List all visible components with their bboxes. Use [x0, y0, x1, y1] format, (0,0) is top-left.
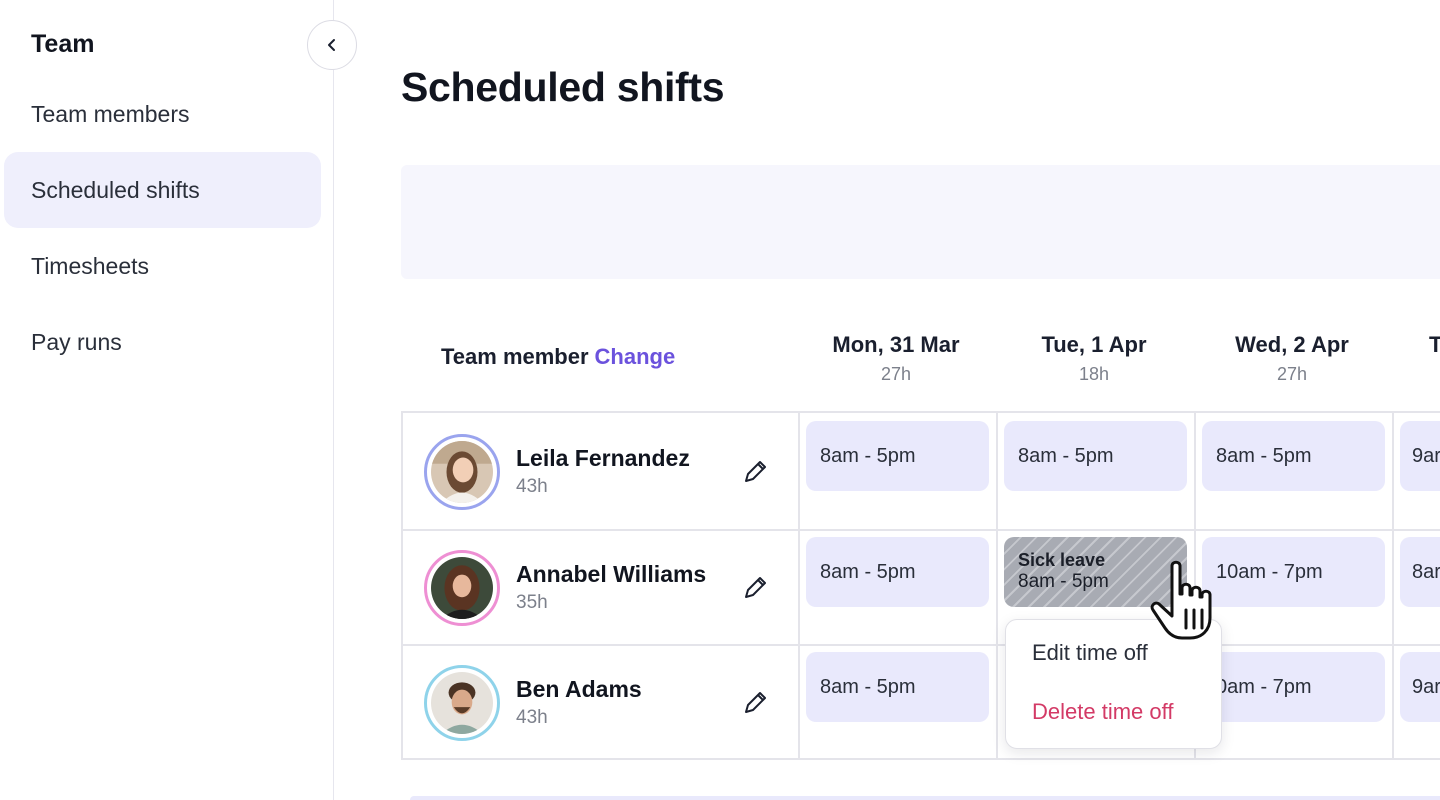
- sidebar-item-team-members[interactable]: Team members: [4, 76, 321, 152]
- avatar-photo: [431, 557, 493, 619]
- shift-cell[interactable]: 10am - 7pm: [1202, 537, 1385, 607]
- shift-cell[interactable]: 8am - 5pm: [806, 537, 989, 607]
- shift-cell[interactable]: 9ar: [1400, 421, 1440, 491]
- team-member-header-label: Team member: [441, 344, 589, 369]
- collapse-sidebar-button[interactable]: [307, 20, 357, 70]
- shift-cell[interactable]: 8am - 5pm: [806, 652, 989, 722]
- day-hours: 27h: [1276, 364, 1308, 384]
- time-off-time: 8am - 5pm: [1018, 571, 1109, 593]
- day-label: Mon, 31 Mar: [832, 332, 960, 357]
- change-link[interactable]: Change: [595, 344, 676, 369]
- delete-time-off-menu-item[interactable]: Delete time off: [1032, 699, 1173, 725]
- summary-banner: [401, 165, 1440, 279]
- team-member-header: Team member Change: [441, 344, 675, 370]
- page-title: Scheduled shifts: [401, 64, 725, 110]
- table-row-member: Ben Adams 43h: [403, 644, 798, 759]
- avatar-photo: [431, 441, 493, 503]
- day-header-mon: Mon, 31 Mar 27h: [797, 332, 995, 385]
- day-hours: 27h: [880, 364, 912, 384]
- table-row-member: Leila Fernandez 43h: [403, 413, 798, 528]
- table-row-member: Annabel Williams 35h: [403, 529, 798, 644]
- avatar[interactable]: [424, 550, 500, 626]
- schedule-table: Leila Fernandez 43h Annabel Williams 35h: [401, 411, 1440, 760]
- member-hours: 35h: [516, 592, 548, 613]
- day-label: T: [1429, 332, 1440, 357]
- schedule-header: Team member Change Mon, 31 Mar 27h Tue, 1…: [401, 318, 1440, 411]
- avatar[interactable]: [424, 665, 500, 741]
- column-divider: [798, 413, 800, 758]
- day-header-wed: Wed, 2 Apr 27h: [1193, 332, 1391, 385]
- sidebar-title: Team: [31, 30, 95, 58]
- day-hours: 18h: [1078, 364, 1110, 384]
- pencil-icon[interactable]: [740, 573, 770, 603]
- member-name[interactable]: Annabel Williams: [516, 561, 706, 588]
- member-name[interactable]: Ben Adams: [516, 676, 642, 703]
- shift-cell[interactable]: 8am - 5pm: [806, 421, 989, 491]
- member-hours: 43h: [516, 476, 548, 497]
- day-header-tue: Tue, 1 Apr 18h: [995, 332, 1193, 385]
- day-header-thu: T: [1429, 332, 1440, 358]
- day-label: Wed, 2 Apr: [1235, 332, 1349, 357]
- day-label: Tue, 1 Apr: [1041, 332, 1147, 357]
- shift-cell[interactable]: 8am - 5pm: [1202, 421, 1385, 491]
- shift-cell[interactable]: 8am - 5pm: [1004, 421, 1187, 491]
- sidebar-item-scheduled-shifts[interactable]: Scheduled shifts: [4, 152, 321, 228]
- column-divider: [996, 413, 998, 758]
- chevron-left-icon: [328, 39, 335, 51]
- sidebar: Team Team members Scheduled shifts Times…: [0, 0, 334, 800]
- member-hours: 43h: [516, 707, 548, 728]
- sidebar-item-timesheets[interactable]: Timesheets: [4, 228, 321, 304]
- column-divider: [1392, 413, 1394, 758]
- time-off-label: Sick leave: [1018, 549, 1106, 570]
- pencil-icon[interactable]: [740, 457, 770, 487]
- hand-cursor-icon: [1150, 560, 1212, 640]
- avatar-photo: [431, 672, 493, 734]
- next-section-edge: [410, 796, 1440, 800]
- shift-cell[interactable]: 9ar: [1400, 652, 1440, 722]
- pencil-icon[interactable]: [740, 688, 770, 718]
- member-name[interactable]: Leila Fernandez: [516, 445, 690, 472]
- shift-cell[interactable]: 0am - 7pm: [1202, 652, 1385, 722]
- sidebar-item-pay-runs[interactable]: Pay runs: [4, 304, 321, 380]
- edit-time-off-menu-item[interactable]: Edit time off: [1032, 640, 1148, 666]
- avatar[interactable]: [424, 434, 500, 510]
- shift-cell[interactable]: 8ar: [1400, 537, 1440, 607]
